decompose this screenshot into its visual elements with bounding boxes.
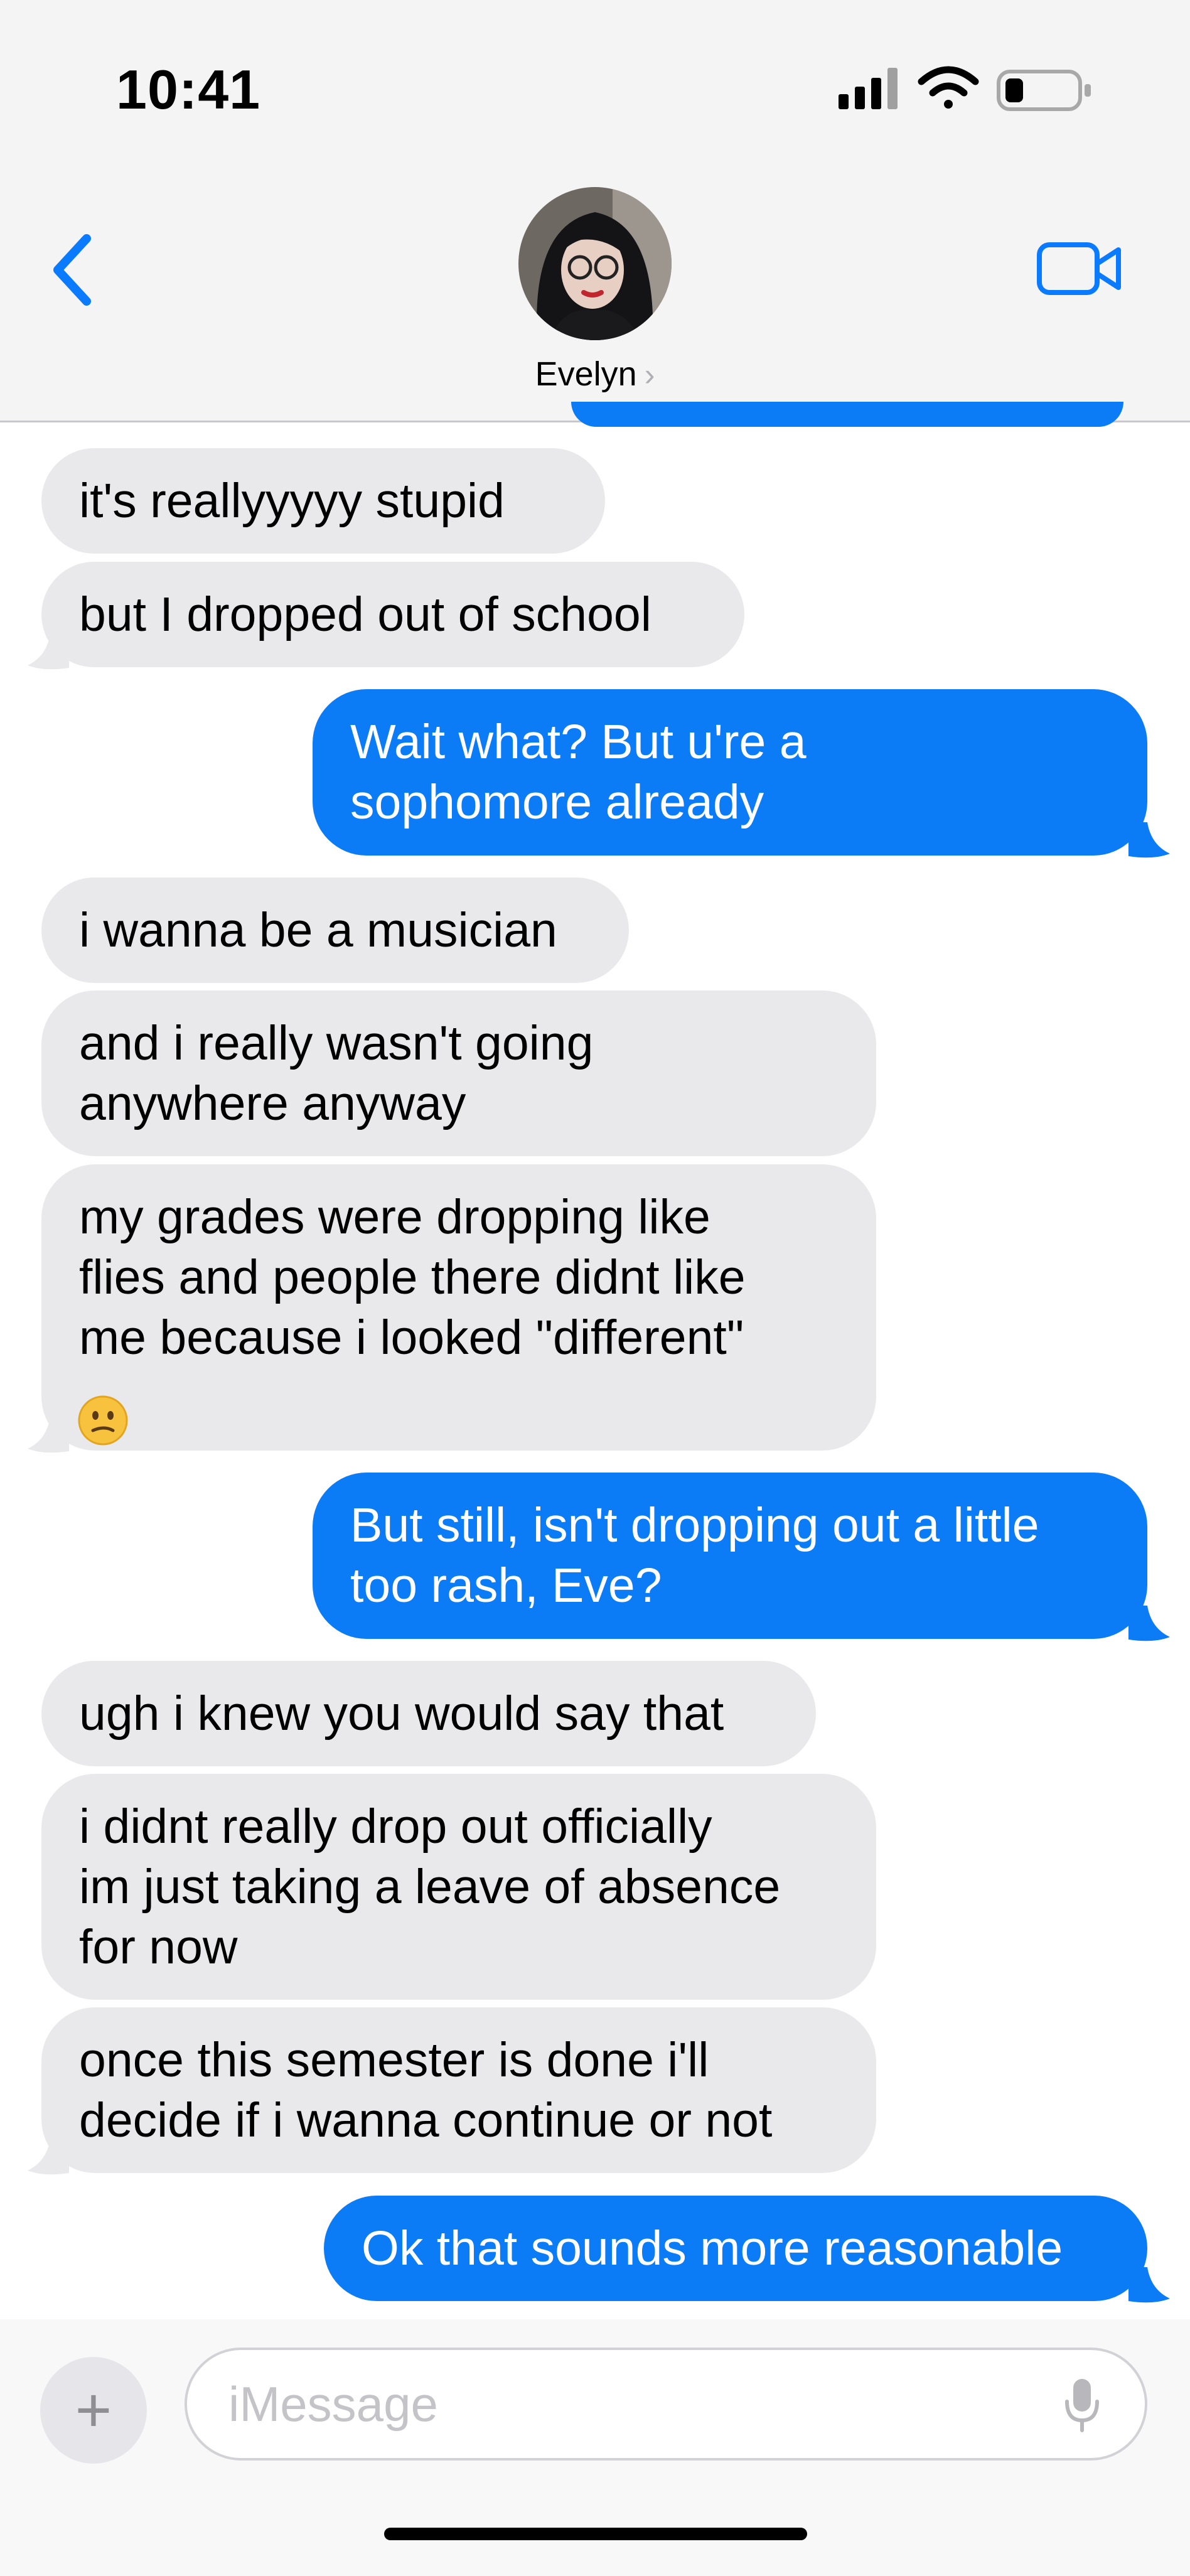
message-text: But still, isn't dropping out a little t… [350, 1498, 1039, 1613]
message-bubble-received[interactable]: my grades were dropping like flies and p… [41, 1164, 876, 1451]
message-bubble-received[interactable]: once this semester is done i'll decide i… [41, 2007, 876, 2173]
message-bubble-sent[interactable]: Ok that sounds more reasonable [324, 2196, 1147, 2301]
bubble-tail [1128, 2267, 1170, 2303]
message-text: and i really wasn't going anywhere anywa… [79, 1016, 594, 1130]
plus-icon: + [75, 2375, 112, 2445]
message-bubble-received[interactable]: i didnt really drop out officially im ju… [41, 1774, 876, 2000]
mic-icon[interactable] [1063, 2376, 1101, 2434]
bubble-tail [28, 1417, 69, 1453]
message-text: my grades were dropping like flies and p… [79, 1190, 746, 1365]
message-bubble-received[interactable]: i wanna be a musician [41, 877, 629, 983]
message-text: Wait what? But u're a sophomore already [350, 715, 807, 829]
bubble-tail [28, 634, 69, 670]
message-bubble-sent[interactable]: But still, isn't dropping out a little t… [313, 1473, 1147, 1639]
message-bubble-received[interactable]: ugh i knew you would say that [41, 1661, 816, 1766]
message-bubble-sent-partial [571, 402, 1123, 427]
home-indicator [384, 2528, 807, 2540]
message-text: i wanna be a musician [79, 903, 557, 957]
message-list: it's reallyyyyy stupid but I dropped out… [0, 0, 1190, 2576]
confused-emoji-icon [78, 1395, 128, 1446]
imessage-input[interactable]: iMessage [185, 2348, 1147, 2461]
message-bubble-received[interactable]: but I dropped out of school [41, 562, 744, 667]
message-text: once this semester is done i'll decide i… [79, 2033, 773, 2147]
message-text: ugh i knew you would say that [79, 1687, 724, 1741]
bubble-tail [1128, 1606, 1170, 1641]
input-placeholder: iMessage [228, 2376, 438, 2432]
bubble-tail [1128, 822, 1170, 858]
apps-plus-button[interactable]: + [40, 2357, 147, 2464]
message-bubble-received[interactable]: it's reallyyyyy stupid [41, 448, 605, 554]
message-text: i didnt really drop out officially im ju… [79, 1800, 781, 1974]
message-bubble-sent[interactable]: Wait what? But u're a sophomore already [313, 689, 1147, 856]
message-composer: + iMessage [0, 2319, 1190, 2576]
message-text: but I dropped out of school [79, 588, 651, 641]
bubble-tail [28, 2139, 69, 2175]
message-text: it's reallyyyyy stupid [79, 474, 505, 528]
message-bubble-received[interactable]: and i really wasn't going anywhere anywa… [41, 990, 876, 1156]
message-text: Ok that sounds more reasonable [362, 2221, 1063, 2275]
